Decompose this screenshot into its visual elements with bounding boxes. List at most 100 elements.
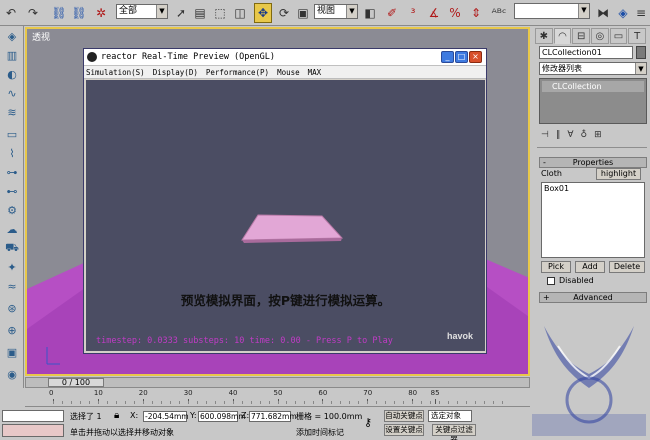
properties-title: Properties [572, 158, 614, 167]
track-bar[interactable]: 0 10 20 30 40 50 60 70 80 85 [25, 389, 530, 407]
stack-item[interactable]: CLCollection [542, 81, 644, 92]
reactor-title-bar[interactable]: reactor Real-Time Preview (OpenGL) _ □ × [84, 49, 486, 66]
percent-snap-icon[interactable]: % [446, 3, 464, 23]
auto-key-button[interactable]: 自动关键点 [384, 410, 424, 422]
toy-car-icon[interactable]: ⛟ [3, 240, 21, 257]
x-coordinate-field[interactable]: -204.54mm [143, 411, 189, 422]
motor-icon[interactable]: ⚙ [3, 202, 21, 219]
angular-dashpot-icon[interactable]: ⊷ [3, 183, 21, 200]
deforming-mesh-icon[interactable]: ≋ [3, 104, 21, 121]
y-coordinate-field[interactable]: 600.098mm [198, 411, 246, 422]
menu-display[interactable]: Display(D) [153, 68, 198, 77]
create-tab-icon[interactable]: ✱ [535, 28, 553, 44]
create-animation-icon[interactable]: ◉ [3, 366, 21, 383]
cloth-collection-icon[interactable]: ▥ [3, 47, 21, 64]
spinner-snap-icon[interactable]: ⇕ [467, 3, 485, 23]
key-mode-selected[interactable]: 选定对象 [428, 410, 472, 422]
object-name-field[interactable]: CLCollection01 [539, 46, 633, 59]
wind-icon[interactable]: ☁ [3, 221, 21, 238]
fracture-icon[interactable]: ✦ [3, 259, 21, 276]
maxscript-output[interactable] [2, 424, 64, 437]
snap-icon[interactable]: ³ [404, 3, 422, 23]
unlink-icon[interactable]: ⛓ [70, 3, 88, 23]
rect-region-icon[interactable]: ⬚ [211, 3, 229, 23]
configure-sets-icon[interactable]: ⊞ [594, 130, 602, 140]
maxscript-listener[interactable] [2, 410, 64, 422]
water-icon[interactable]: ≈ [3, 278, 21, 295]
highlight-button[interactable]: highlight [596, 168, 641, 180]
close-button[interactable]: × [469, 51, 482, 63]
constraint-solver-icon[interactable]: ⊛ [3, 300, 21, 317]
add-button[interactable]: Add [575, 261, 605, 273]
menu-performance[interactable]: Performance(P) [206, 68, 269, 77]
mirror-icon[interactable]: ⧓ [594, 3, 612, 23]
select-by-name-icon[interactable]: ▤ [191, 3, 209, 23]
maximize-button[interactable]: □ [455, 51, 468, 63]
reference-coord-dropdown[interactable]: 视图 ▼ [314, 4, 358, 19]
show-end-result-icon[interactable]: ‖ [556, 130, 561, 140]
reactor-render-canvas[interactable]: 预览模拟界面，按P键进行模拟运算。 timestep: 0.0333 subst… [86, 80, 485, 351]
menu-mouse[interactable]: Mouse [277, 68, 300, 77]
angle-snap-icon[interactable]: ∡ [425, 3, 443, 23]
pick-button[interactable]: Pick [541, 261, 571, 273]
list-item[interactable]: Box01 [542, 183, 644, 194]
track-tick-label: 30 [183, 389, 193, 397]
named-selection-icon[interactable]: ᴬᴮᶜ [490, 3, 508, 23]
modifier-stack[interactable]: CLCollection [539, 78, 647, 124]
time-slider[interactable]: 0 / 100 [25, 377, 530, 388]
object-color-swatch[interactable] [636, 46, 646, 59]
pivot-icon[interactable]: ◧ [361, 3, 379, 23]
set-key-button[interactable]: 设置关键点 [384, 424, 424, 436]
modify-tab-icon[interactable]: ◠ [553, 28, 572, 44]
pin-stack-icon[interactable]: ⊣ [541, 130, 549, 140]
z-coordinate-field[interactable]: 771.682mm [249, 411, 297, 422]
redo-icon[interactable]: ↷ [24, 3, 42, 23]
bind-spacewarp-icon[interactable]: ✲ [92, 3, 110, 23]
track-minor-tick [115, 401, 117, 404]
menu-max[interactable]: MAX [308, 68, 322, 77]
advanced-rollout-header[interactable]: + Advanced [539, 292, 647, 303]
reactor-preview-window[interactable]: reactor Real-Time Preview (OpenGL) _ □ ×… [83, 48, 487, 354]
undo-icon[interactable]: ↶ [2, 3, 20, 23]
make-unique-icon[interactable]: ∀ [567, 130, 573, 140]
menu-simulation[interactable]: Simulation(S) [86, 68, 145, 77]
analyze-world-icon[interactable]: ⊕ [3, 322, 21, 339]
remove-modifier-icon[interactable]: ♁ [581, 130, 588, 140]
rigid-body-collection-icon[interactable]: ◈ [3, 28, 21, 45]
linear-dashpot-icon[interactable]: ⊶ [3, 164, 21, 181]
hierarchy-tab-icon[interactable]: ⊟ [572, 28, 591, 44]
disabled-checkbox[interactable] [547, 276, 555, 285]
lock-icon[interactable]: 🔒︎ [114, 410, 119, 421]
layer-icon[interactable]: ≡ [632, 3, 650, 23]
add-time-tag[interactable]: 添加时间标记 [296, 427, 344, 438]
window-crossing-icon[interactable]: ◫ [231, 3, 249, 23]
properties-rollout-header[interactable]: - Properties [539, 157, 647, 168]
select-move-icon[interactable]: ✥ [254, 3, 272, 23]
spring-icon[interactable]: ⌇ [3, 145, 21, 162]
select-object-icon[interactable]: ➚ [172, 3, 190, 23]
modifier-list-dropdown[interactable]: 修改器列表 ▼ [539, 62, 647, 75]
minimize-button[interactable]: _ [441, 51, 454, 63]
utilities-tab-icon[interactable]: T [628, 28, 647, 44]
selection-filter-dropdown[interactable]: 全部 ▼ [116, 4, 168, 19]
delete-button[interactable]: Delete [609, 261, 645, 273]
rope-collection-icon[interactable]: ∿ [3, 85, 21, 102]
select-scale-icon[interactable]: ▣ [294, 3, 312, 23]
display-tab-icon[interactable]: ▭ [609, 28, 628, 44]
key-filters-button[interactable]: 关键点过滤器 [432, 424, 476, 440]
select-manipulate-icon[interactable]: ✐ [383, 3, 401, 23]
track-minor-tick [151, 401, 153, 404]
select-link-icon[interactable]: ⛓ [50, 3, 68, 23]
cloth-object-list[interactable]: Box01 [541, 182, 645, 258]
motion-tab-icon[interactable]: ◎ [591, 28, 609, 44]
preview-animation-icon[interactable]: ▣ [3, 344, 21, 361]
select-rotate-icon[interactable]: ⟳ [275, 3, 293, 23]
softbody-collection-icon[interactable]: ◐ [3, 66, 21, 83]
time-slider-thumb[interactable]: 0 / 100 [48, 378, 104, 387]
named-selection-sets-dropdown[interactable]: ▼ [514, 3, 590, 19]
cloth-scene [241, 214, 344, 243]
track-minor-tick [142, 401, 144, 404]
key-icon[interactable]: ⚷ [364, 416, 372, 429]
plane-icon[interactable]: ▭ [3, 126, 21, 143]
align-icon[interactable]: ◈ [614, 3, 632, 23]
